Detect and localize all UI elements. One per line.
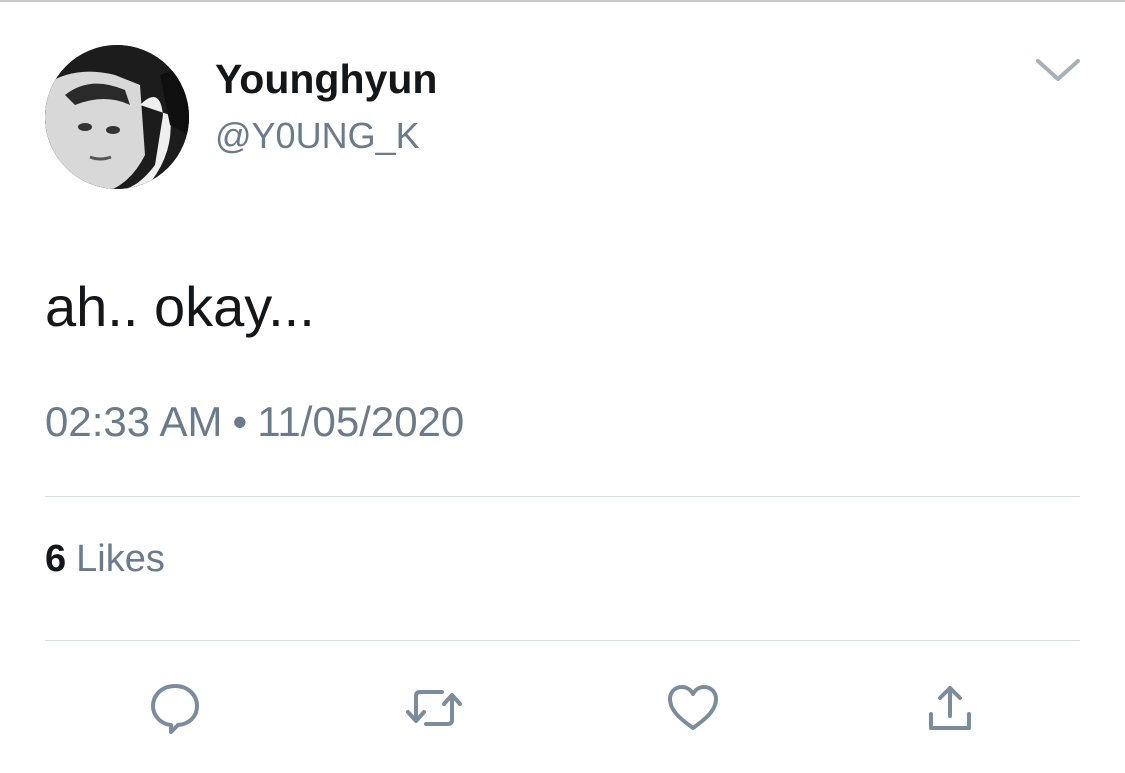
tweet-timestamp[interactable]: 02:33 AM • 11/05/2020: [45, 396, 464, 448]
tweet-text: ah.. okay...: [45, 275, 315, 338]
user-handle[interactable]: @Y0UNG_K: [215, 114, 420, 158]
likes-label: Likes: [76, 538, 165, 580]
reply-icon: [151, 684, 199, 734]
chevron-down-icon: [1036, 59, 1080, 81]
likes-count: 6: [45, 538, 67, 580]
more-options-button[interactable]: [1030, 50, 1086, 90]
top-divider: [0, 0, 1125, 2]
retweet-icon: [406, 690, 462, 726]
retweet-button[interactable]: [402, 676, 466, 740]
reply-button[interactable]: [143, 676, 207, 740]
tweet-time: 02:33 AM: [45, 398, 223, 445]
avatar[interactable]: [45, 45, 189, 189]
meta-separator: •: [232, 398, 248, 445]
likes-stat[interactable]: 6 Likes: [45, 535, 165, 583]
like-button[interactable]: [661, 676, 725, 740]
divider: [45, 640, 1080, 641]
avatar-photo: [45, 45, 189, 189]
display-name[interactable]: Younghyun: [215, 55, 437, 103]
share-icon: [929, 686, 971, 730]
share-button[interactable]: [918, 676, 982, 740]
tweet-date: 11/05/2020: [257, 398, 465, 445]
heart-icon: [668, 685, 718, 730]
divider: [45, 496, 1080, 497]
